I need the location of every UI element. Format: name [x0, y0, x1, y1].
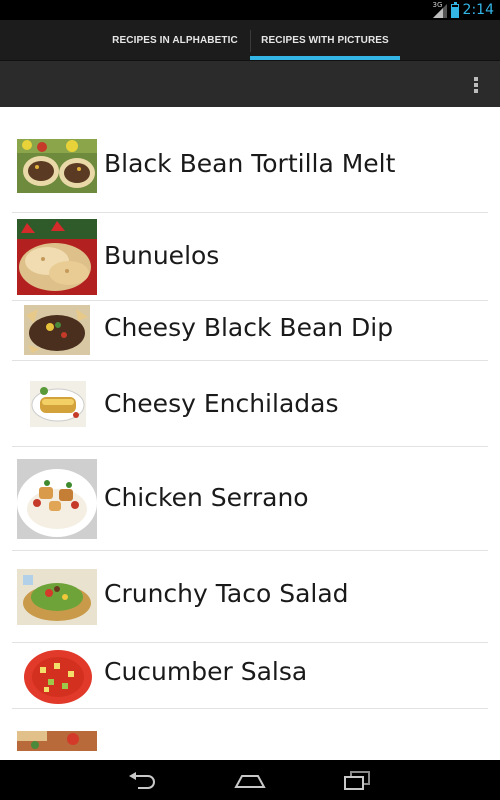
list-item[interactable]: Crunchy Taco Salad — [12, 551, 488, 643]
recipe-list: Black Bean Tortilla Melt Bunuelos Cheesy… — [0, 107, 500, 760]
home-icon[interactable] — [230, 768, 270, 794]
list-item[interactable]: Bunuelos — [12, 213, 488, 301]
cucumber-salsa-photo — [22, 647, 94, 705]
taco-salad-photo — [17, 569, 97, 625]
battery-icon — [450, 1, 459, 18]
list-item[interactable]: Cheesy Black Bean Dip — [12, 301, 488, 361]
tab-bar: RECIPES IN ALPHABETIC RECIPES WITH PICTU… — [0, 20, 500, 60]
tab-recipes-alphabetic[interactable]: RECIPES IN ALPHABETIC — [100, 20, 250, 60]
bunuelos-photo — [17, 219, 97, 295]
recipe-name: Black Bean Tortilla Melt — [104, 149, 396, 178]
bean-dip-photo — [24, 305, 90, 355]
list-item[interactable]: Cucumber Salsa — [12, 643, 488, 709]
recipe-name: Cheesy Black Bean Dip — [104, 313, 394, 342]
recipe-name: Chicken Serrano — [104, 483, 309, 512]
status-bar: 3G 2:14 — [0, 0, 500, 20]
partial-recipe-photo — [17, 731, 97, 751]
list-item[interactable]: Cheesy Enchiladas — [12, 361, 488, 447]
list-item[interactable] — [12, 709, 488, 760]
status-icons: 3G 2:14 — [432, 1, 494, 19]
nav-bar — [0, 760, 500, 800]
tab-recipes-with-pictures[interactable]: RECIPES WITH PICTURES — [250, 20, 400, 60]
enchiladas-photo — [30, 381, 86, 427]
status-time: 2:14 — [462, 2, 494, 18]
list-item[interactable]: Black Bean Tortilla Melt — [12, 131, 488, 213]
overflow-menu-icon[interactable] — [470, 74, 482, 96]
recipe-name: Crunchy Taco Salad — [104, 579, 349, 608]
back-icon[interactable] — [123, 768, 163, 794]
recipe-name: Cheesy Enchiladas — [104, 389, 339, 418]
action-bar — [0, 60, 500, 107]
recents-icon[interactable] — [337, 768, 377, 794]
list-item[interactable]: Chicken Serrano — [12, 447, 488, 551]
battery-fill — [451, 6, 458, 17]
recipe-name: Bunuelos — [104, 241, 220, 270]
chicken-serrano-photo — [17, 459, 97, 539]
recipe-name: Cucumber Salsa — [104, 657, 308, 686]
signal-icon: 3G — [432, 1, 447, 18]
tortilla-melt-photo — [17, 139, 97, 193]
